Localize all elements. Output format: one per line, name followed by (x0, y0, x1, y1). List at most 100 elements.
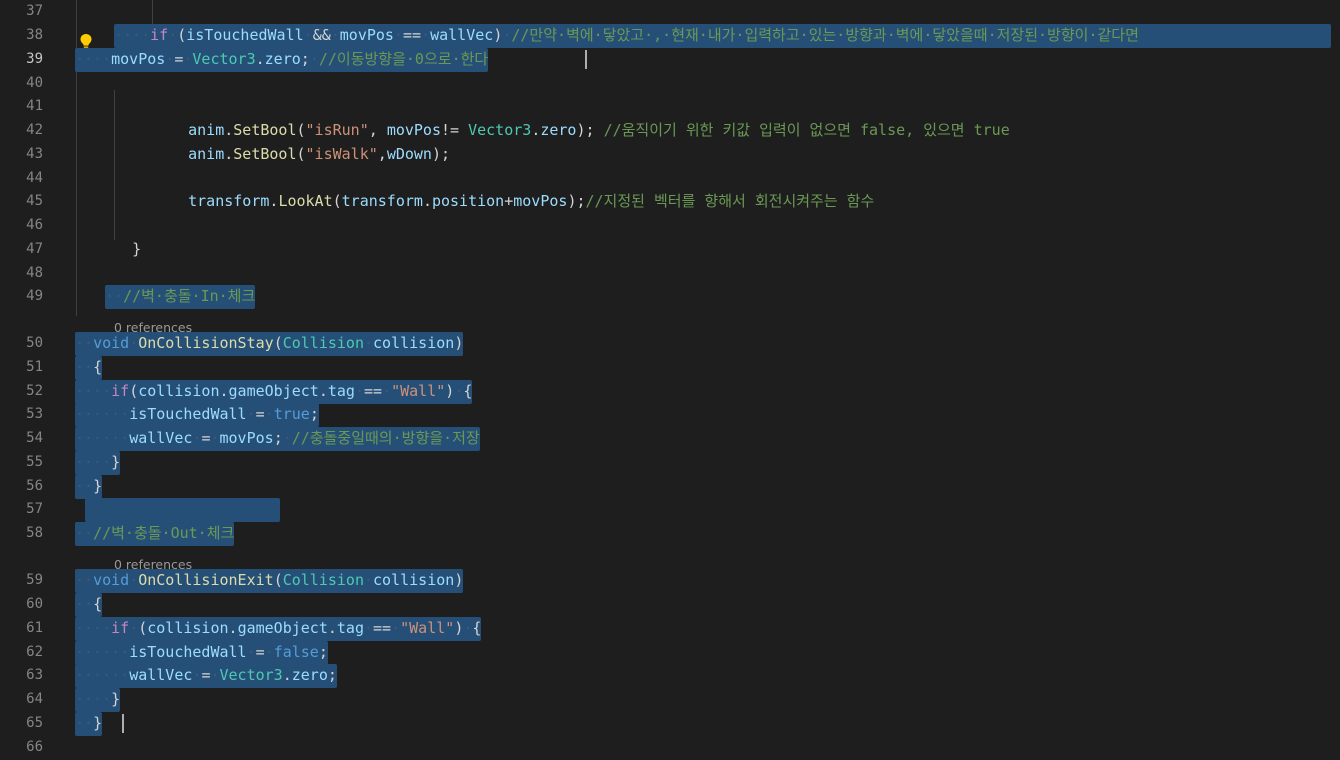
code-token: . (531, 121, 541, 139)
code-text[interactable]: ··//벽·충돌·In·체크 (105, 285, 256, 309)
code-text[interactable]: ··} (75, 475, 103, 499)
code-token: { (472, 619, 482, 637)
code-text[interactable]: ··} (75, 712, 103, 736)
code-line[interactable]: 41 (0, 95, 1340, 119)
line-number: 66 (26, 739, 43, 755)
code-token: LookAt (278, 192, 333, 210)
code-token: · (354, 382, 364, 400)
code-line[interactable]: 58 ··//벽·충돌·Out·체크 (0, 522, 1340, 546)
code-token: "isWalk" (305, 145, 378, 163)
code-token: && (312, 26, 331, 44)
code-line[interactable]: 48 (0, 262, 1340, 286)
code-token: ·· (75, 571, 94, 589)
code-text[interactable]: ······wallVec·=·movPos;·//충돌중일때의·방향을·저장 (75, 427, 480, 451)
code-line[interactable]: 56 ··} (0, 475, 1340, 499)
code-token: void (93, 571, 130, 589)
code-text[interactable]: } (114, 238, 141, 262)
code-token: · (246, 405, 256, 423)
code-line[interactable]: 43 anim.SetBool("isWalk",wDown); (0, 143, 1340, 167)
code-line[interactable]: 51 ··{ (0, 356, 1340, 380)
line-number: 51 (26, 359, 43, 375)
code-line[interactable]: 61 ····if·(collision.gameObject.tag·==·"W… (0, 617, 1340, 641)
code-token: = (255, 643, 265, 661)
code-token: · (330, 26, 340, 44)
code-token: ; (318, 643, 328, 661)
code-token: collision (138, 382, 220, 400)
code-line[interactable]: 66 (0, 736, 1340, 760)
code-text[interactable]: transform.LookAt(transform.position+movP… (152, 190, 874, 214)
code-text[interactable]: ····if·(isTouchedWall·&&·movPos·==·wallV… (114, 24, 1331, 48)
code-line[interactable]: 60 ··{ (0, 593, 1340, 617)
code-text[interactable]: anim.SetBool("isRun", movPos!= Vector3.z… (152, 119, 1010, 143)
code-line[interactable]: 42 anim.SetBool("isRun", movPos!= Vector… (0, 119, 1340, 143)
code-line[interactable]: 45 transform.LookAt(transform.position+m… (0, 190, 1340, 214)
code-text[interactable]: ····if(collision.gameObject.tag·==·"Wall… (75, 380, 473, 404)
code-line[interactable]: 39 ····movPos·=·Vector3.zero;·//이동방향을·0으로… (0, 48, 1340, 72)
code-editor[interactable]: 0 references 0 references 37 38 ····if·(is… (0, 0, 1340, 757)
code-line[interactable]: 47 } (0, 238, 1340, 262)
code-text[interactable]: ··{ (75, 356, 103, 380)
code-token: Collision (282, 571, 364, 589)
code-line[interactable]: 37 (0, 0, 1340, 24)
code-token: //벽·충돌·In·체크 (123, 287, 256, 305)
code-line[interactable]: 57 (0, 498, 1340, 522)
code-text[interactable]: ··void·OnCollisionExit(Collision·collisi… (75, 569, 464, 593)
code-token: ···· (75, 690, 112, 708)
code-text[interactable]: ····} (75, 451, 121, 475)
code-text[interactable]: anim.SetBool("isWalk",wDown); (152, 143, 450, 167)
code-line[interactable]: 59 ··void·OnCollisionExit(Collision·colli… (0, 569, 1340, 593)
code-text[interactable]: ··//벽·충돌·Out·체크 (75, 522, 235, 546)
code-text[interactable]: ··void·OnCollisionStay(Collision·collisi… (75, 332, 464, 356)
code-line[interactable]: 53 ······isTouchedWall·=·true; (0, 403, 1340, 427)
code-token: == (373, 619, 392, 637)
code-token: ); (567, 192, 586, 210)
code-line[interactable]: 52 ····if(collision.gameObject.tag·==·"Wa… (0, 380, 1340, 404)
code-text[interactable]: ····movPos·=·Vector3.zero;·//이동방향을·0으로·한… (75, 48, 489, 72)
code-text[interactable]: ······wallVec·=·Vector3.zero; (75, 664, 337, 688)
code-line[interactable]: 54 ······wallVec·=·movPos;·//충돌중일때의·방향을·저… (0, 427, 1340, 451)
line-number: 50 (26, 335, 43, 351)
code-token: } (93, 714, 103, 732)
code-line[interactable]: 63 ······wallVec·=·Vector3.zero; (0, 664, 1340, 688)
code-token: "Wall" (400, 619, 455, 637)
code-token: collision (373, 334, 455, 352)
line-number: 42 (26, 122, 43, 138)
code-token: transform (341, 192, 423, 210)
code-token: OnCollisionExit (138, 571, 274, 589)
code-token: zero (264, 50, 301, 68)
code-text[interactable]: ······isTouchedWall·=·true; (75, 403, 319, 427)
code-token: ·· (75, 524, 94, 542)
code-token: ·· (75, 477, 94, 495)
code-text[interactable] (85, 498, 280, 522)
code-token: collision (147, 619, 229, 637)
code-line[interactable]: 50 ··void·OnCollisionStay(Collision·colli… (0, 332, 1340, 356)
code-token: . (255, 50, 265, 68)
code-line[interactable]: 40 (0, 72, 1340, 96)
code-token: tag (327, 382, 355, 400)
code-line[interactable]: 65 ··} (0, 712, 1340, 736)
code-token: ; (300, 50, 310, 68)
code-token: . (228, 619, 238, 637)
code-line[interactable]: 64 ····} (0, 688, 1340, 712)
code-line[interactable]: 62 ······isTouchedWall·=·false; (0, 641, 1340, 665)
code-token: · (364, 619, 374, 637)
line-number: 43 (26, 146, 43, 162)
code-line[interactable]: 46 (0, 214, 1340, 238)
code-token: · (309, 50, 319, 68)
code-line[interactable]: 55 ····} (0, 451, 1340, 475)
code-line[interactable]: 44 (0, 167, 1340, 191)
code-token: movPos (219, 429, 274, 447)
code-token: · (210, 429, 220, 447)
code-text[interactable]: ··{ (75, 593, 103, 617)
line-number: 47 (26, 241, 43, 257)
code-text[interactable]: ······isTouchedWall·=·false; (75, 641, 328, 665)
code-line[interactable]: 49 ··//벽·충돌·In·체크 (0, 285, 1340, 309)
code-line[interactable]: 38 ····if·(isTouchedWall·&&·movPos·==·wal… (0, 24, 1340, 48)
line-number: 53 (26, 406, 43, 422)
code-token: movPos (386, 121, 441, 139)
code-token: . (422, 192, 432, 210)
code-text[interactable]: ····} (75, 688, 121, 712)
line-number: 61 (26, 620, 43, 636)
code-text[interactable]: ····if·(collision.gameObject.tag·==·"Wal… (75, 617, 482, 641)
